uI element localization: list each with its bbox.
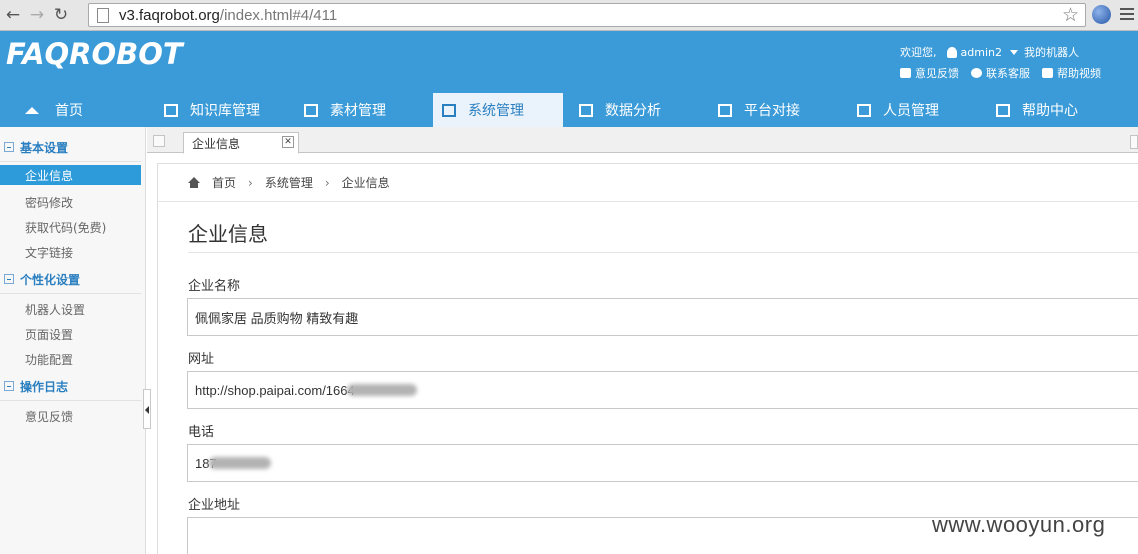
sidebar-item-robot-settings[interactable]: 机器人设置 bbox=[0, 297, 141, 322]
help-icon bbox=[996, 103, 1010, 117]
address-label: 企业地址 bbox=[188, 498, 241, 513]
sidebar-item-page-settings[interactable]: 页面设置 bbox=[0, 322, 141, 347]
sidebar-item-feedback[interactable]: 意见反馈 bbox=[0, 404, 141, 429]
help-video-link[interactable]: 帮助视频 bbox=[1057, 65, 1101, 81]
watermark: www.wooyun.org bbox=[932, 512, 1106, 537]
nav-label: 系统管理 bbox=[468, 103, 524, 119]
tab-company-info[interactable]: 企业信息 ✕ bbox=[183, 132, 299, 154]
nav-label: 帮助中心 bbox=[1022, 103, 1078, 119]
username[interactable]: admin2 bbox=[961, 46, 1002, 59]
home-icon bbox=[25, 106, 39, 114]
nav-analysis[interactable]: 数据分析 bbox=[563, 93, 702, 127]
main-content: 首页 › 系统管理 › 企业信息 企业信息 企业名称 佩佩家居 品质购物 精致有… bbox=[157, 163, 1138, 554]
nav-knowledge[interactable]: 知识库管理 bbox=[160, 93, 300, 127]
browser-menu-icon[interactable] bbox=[1120, 8, 1134, 23]
sidebar-item-company-info[interactable]: 企业信息 bbox=[0, 165, 141, 185]
nav-system[interactable]: 系统管理 bbox=[433, 93, 563, 127]
address-bar[interactable]: v3.faqrobot.org/index.html#4/411 ☆ bbox=[88, 3, 1086, 27]
breadcrumb: 首页 › 系统管理 › 企业信息 bbox=[158, 164, 1138, 202]
material-icon bbox=[304, 103, 318, 117]
sidebar-group-basic[interactable]: 基本设置 bbox=[0, 133, 141, 162]
breadcrumb-home[interactable]: 首页 bbox=[212, 174, 236, 191]
main-nav: 首页 知识库管理 素材管理 系统管理 数据分析 平台对接 人员管理 帮助中心 bbox=[0, 93, 1138, 127]
sidebar-item-get-code[interactable]: 获取代码(免费) bbox=[0, 215, 141, 240]
contact-link[interactable]: 联系客服 bbox=[986, 65, 1030, 81]
sidebar-group-logs[interactable]: 操作日志 bbox=[0, 372, 141, 401]
user-icon bbox=[946, 46, 957, 58]
sidebar-collapse-handle[interactable] bbox=[143, 389, 151, 429]
group-title: 操作日志 bbox=[20, 379, 69, 394]
breadcrumb-system[interactable]: 系统管理 bbox=[265, 174, 313, 191]
sidebar-item-text-link[interactable]: 文字链接 bbox=[0, 240, 141, 265]
forward-button[interactable]: → bbox=[26, 4, 48, 26]
company-name-value: 佩佩家居 品质购物 精致有趣 bbox=[195, 310, 359, 326]
phone-field[interactable]: 187 bbox=[187, 444, 1138, 482]
feedback-link[interactable]: 意见反馈 bbox=[915, 65, 959, 81]
url-field[interactable]: http://shop.paipai.com/1664 bbox=[187, 371, 1138, 409]
chevron-down-icon[interactable] bbox=[1009, 49, 1018, 55]
analysis-icon bbox=[579, 103, 593, 117]
url-path: /index.html#4/411 bbox=[219, 6, 338, 24]
nav-label: 知识库管理 bbox=[190, 103, 260, 119]
system-icon bbox=[442, 103, 456, 117]
redacted-blur bbox=[208, 457, 271, 469]
platform-icon bbox=[718, 103, 732, 117]
sidebar-group-personalize[interactable]: 个性化设置 bbox=[0, 265, 141, 294]
page-icon bbox=[97, 7, 109, 23]
group-title: 个性化设置 bbox=[20, 272, 81, 287]
nav-home[interactable]: 首页 bbox=[0, 93, 160, 127]
nav-people[interactable]: 人员管理 bbox=[841, 93, 980, 127]
divider bbox=[188, 252, 1138, 253]
phone-label: 电话 bbox=[188, 425, 215, 440]
nav-help[interactable]: 帮助中心 bbox=[980, 93, 1130, 127]
nav-label: 数据分析 bbox=[605, 103, 661, 119]
globe-icon[interactable] bbox=[1092, 5, 1111, 24]
chevron-right-icon: › bbox=[248, 175, 253, 190]
company-name-label: 企业名称 bbox=[188, 279, 241, 294]
tab-label: 企业信息 bbox=[192, 136, 241, 151]
redacted-blur bbox=[346, 384, 417, 396]
app-header: FAQROBOT 欢迎您, admin2 我的机器人 意见反馈 联系客服 帮助视… bbox=[0, 31, 1138, 127]
tab-scroll-left-button[interactable] bbox=[153, 135, 165, 147]
tab-strip: 企业信息 ✕ bbox=[147, 127, 1138, 154]
welcome-text: 欢迎您, bbox=[900, 46, 937, 59]
url-value: http://shop.paipai.com/1664 bbox=[195, 382, 355, 398]
nav-label: 首页 bbox=[55, 103, 83, 119]
sidebar-item-password[interactable]: 密码修改 bbox=[0, 190, 141, 215]
browser-toolbar: ← → ↻ v3.faqrobot.org/index.html#4/411 ☆ bbox=[0, 0, 1138, 31]
nav-label: 人员管理 bbox=[883, 103, 939, 119]
company-name-field[interactable]: 佩佩家居 品质购物 精致有趣 bbox=[187, 298, 1138, 336]
video-icon bbox=[1042, 68, 1053, 78]
user-panel: 欢迎您, admin2 我的机器人 意见反馈 联系客服 帮助视频 bbox=[900, 43, 1113, 82]
collapse-icon[interactable] bbox=[4, 142, 14, 152]
sidebar: 基本设置 企业信息 密码修改 获取代码(免费) 文字链接 个性化设置 机器人设置… bbox=[0, 127, 146, 554]
close-icon[interactable]: ✕ bbox=[282, 136, 294, 148]
url-host: v3.faqrobot.org bbox=[119, 6, 220, 24]
group-title: 基本设置 bbox=[20, 140, 69, 155]
collapse-icon[interactable] bbox=[4, 274, 14, 284]
knowledge-icon bbox=[164, 103, 178, 117]
reload-button[interactable]: ↻ bbox=[50, 4, 72, 26]
faqrobot-logo[interactable]: FAQROBOT bbox=[6, 37, 183, 71]
breadcrumb-current: 企业信息 bbox=[341, 176, 390, 190]
chevron-right-icon: › bbox=[324, 175, 330, 190]
home-icon bbox=[188, 177, 200, 188]
nav-label: 平台对接 bbox=[744, 103, 800, 119]
my-robot-link[interactable]: 我的机器人 bbox=[1024, 44, 1079, 60]
collapse-icon[interactable] bbox=[4, 381, 14, 391]
bookmark-star-icon[interactable]: ☆ bbox=[1062, 4, 1079, 26]
tab-scroll-right-button[interactable] bbox=[1130, 135, 1138, 149]
back-button[interactable]: ← bbox=[2, 4, 24, 26]
people-icon bbox=[857, 103, 871, 117]
nav-material[interactable]: 素材管理 bbox=[300, 93, 433, 127]
mail-icon bbox=[900, 68, 911, 78]
url-label: 网址 bbox=[188, 352, 215, 367]
support-icon bbox=[971, 68, 982, 78]
nav-label: 素材管理 bbox=[330, 103, 386, 119]
page-title: 企业信息 bbox=[188, 222, 268, 246]
nav-platform[interactable]: 平台对接 bbox=[702, 93, 841, 127]
sidebar-item-feature-config[interactable]: 功能配置 bbox=[0, 347, 141, 372]
